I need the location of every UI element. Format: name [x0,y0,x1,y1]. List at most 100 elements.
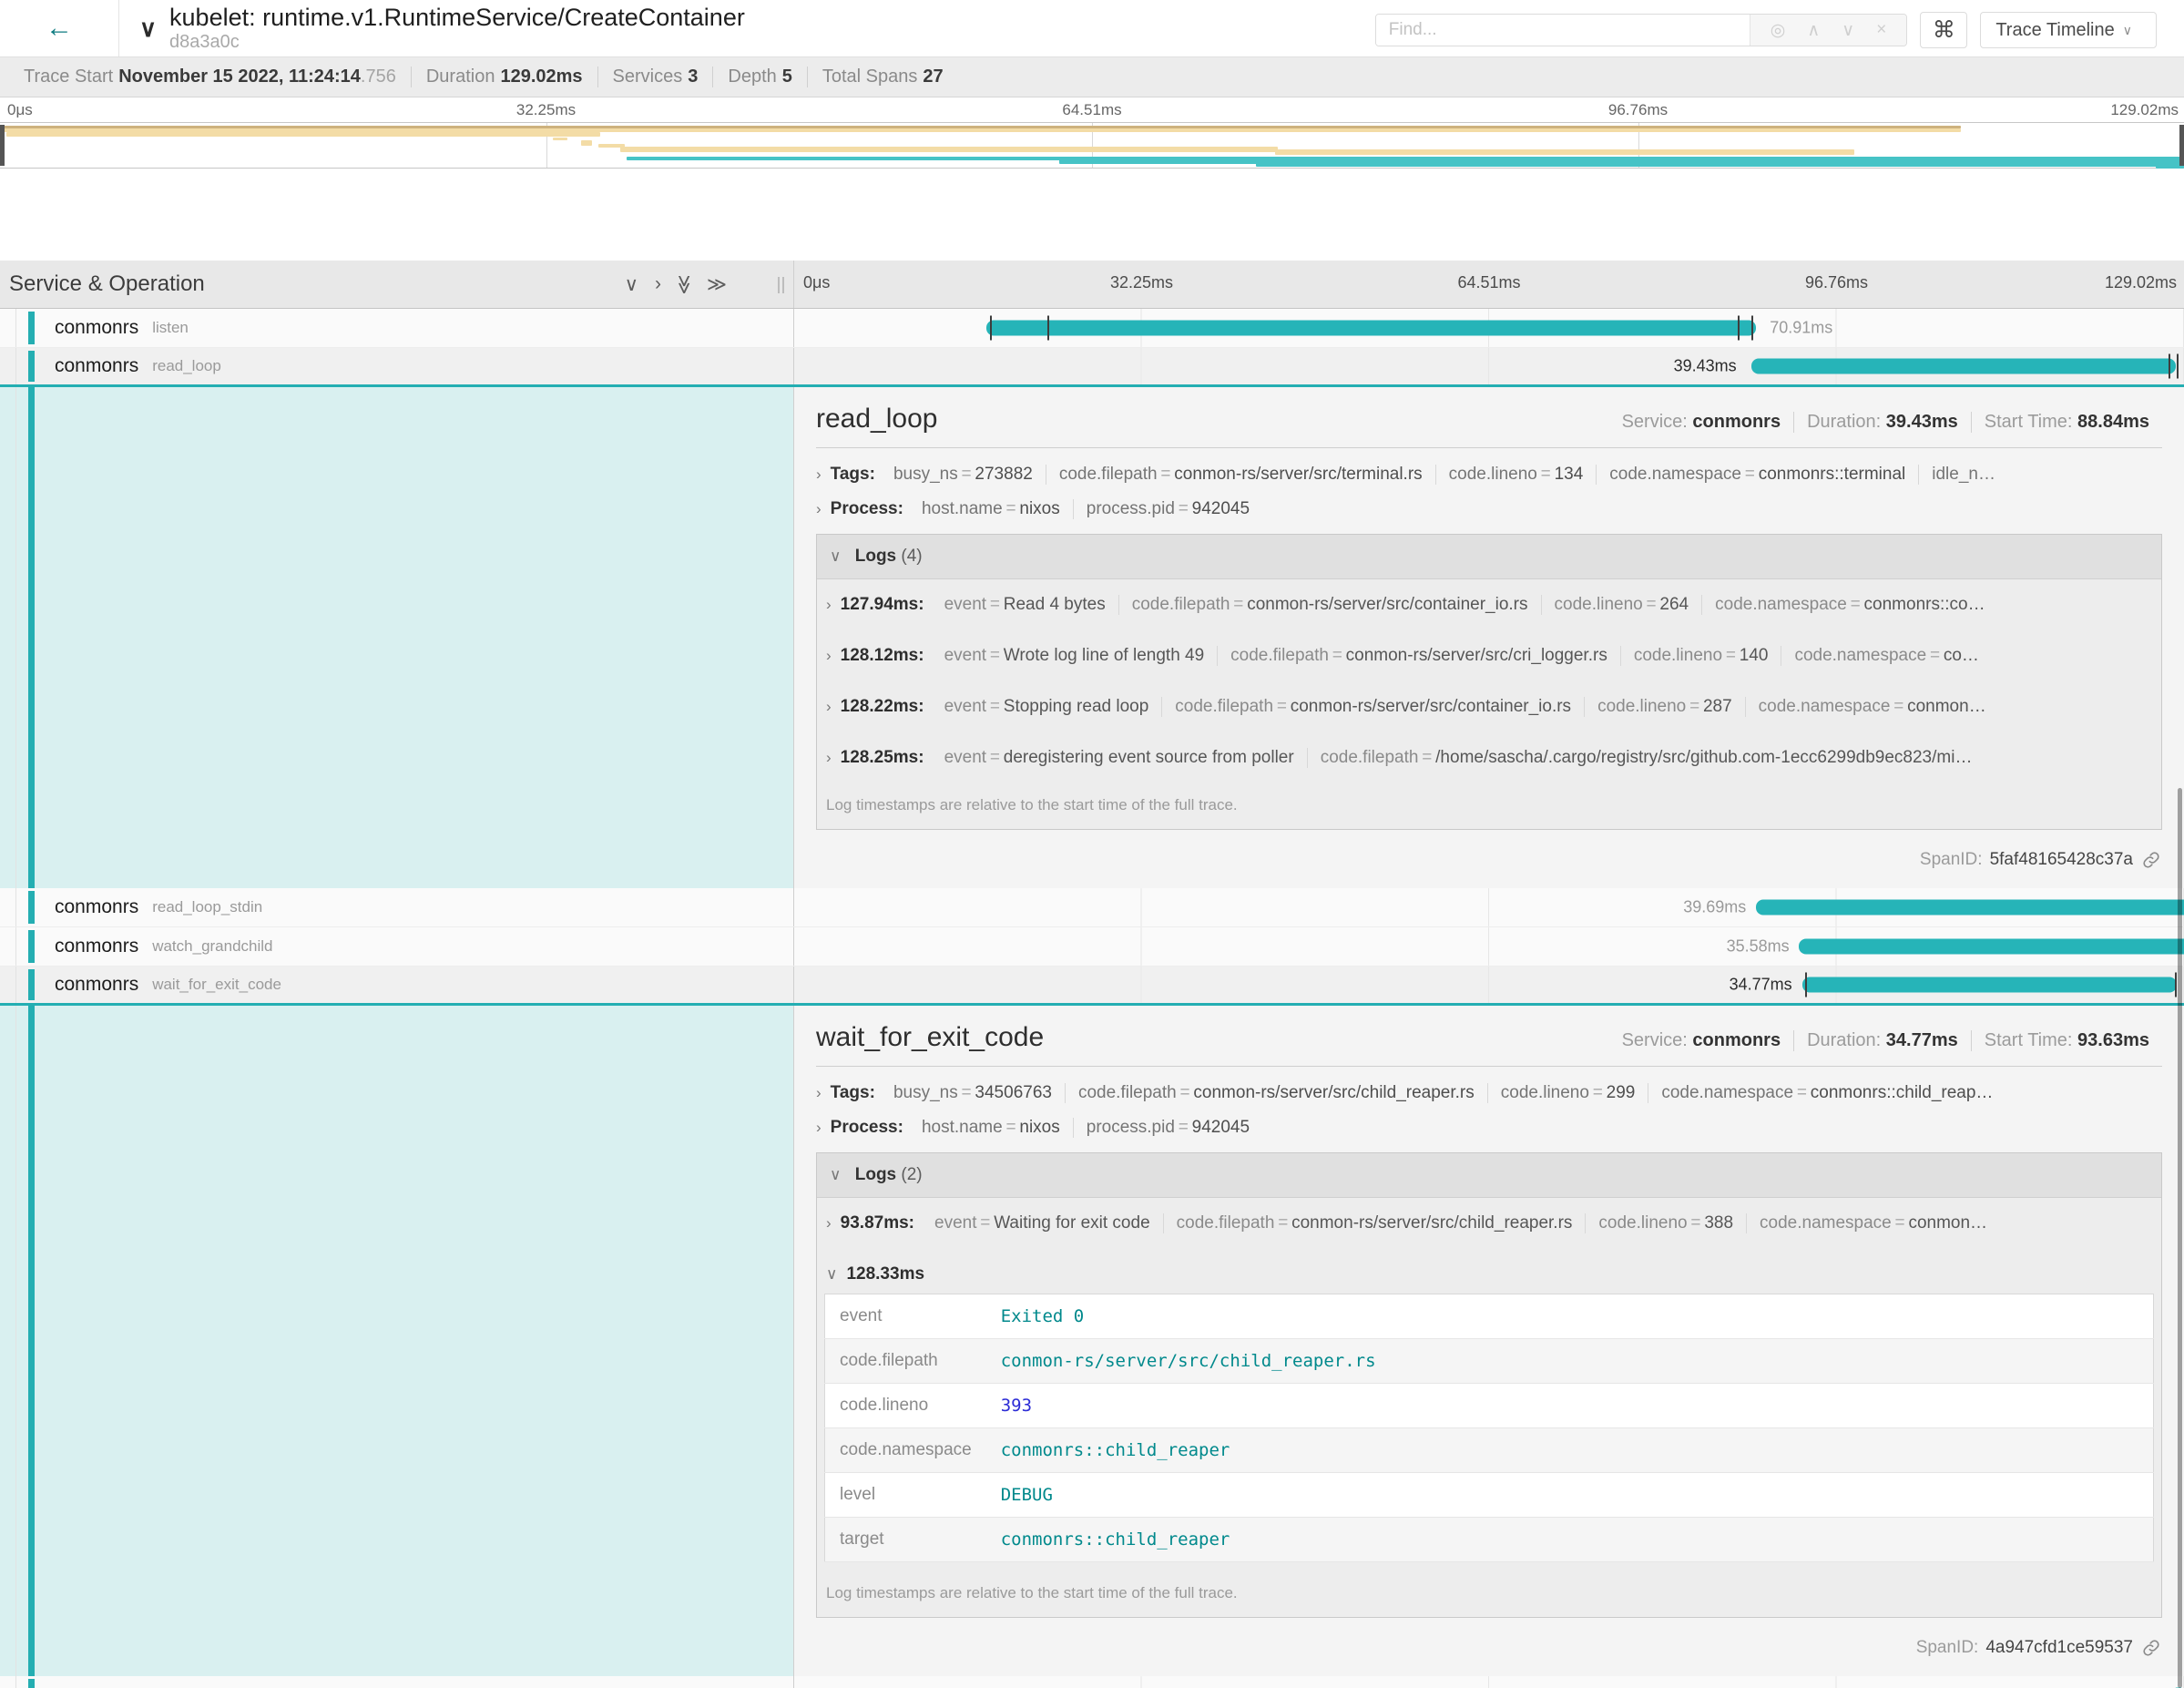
span-row-read-loop[interactable]: conmonrs read_loop 39.43ms [0,348,2184,387]
logs-footnote: Log timestamps are relative to the start… [817,1571,2161,1617]
process-label: Process: [831,499,903,519]
log-timestamp: 128.22ms: [841,697,924,717]
log-pair: code.filepathconmon-rs/server/src/child_… [1163,1213,1586,1233]
span-bar[interactable] [986,321,1756,336]
process-accordion[interactable]: › Process: host.namenixos process.pid942… [816,1118,2162,1138]
trace-services: Services3 [597,66,713,87]
span-operation: write_exit_path [152,1686,256,1688]
log-pair: code.namespaceco… [1781,646,1992,666]
log-timestamp: 93.87ms: [841,1213,914,1233]
table-row: eventExited 0 [825,1294,2154,1339]
span-duration: 70.91ms [1770,319,1832,338]
collapse-one-icon[interactable]: ∨ [617,273,647,296]
minimap-spacer [0,169,2184,261]
logs-section: ∨ Logs (2) › 93.87ms: eventWaiting for e… [816,1152,2162,1618]
trace-total-spans: Total Spans27 [807,66,958,87]
timeline-minimap[interactable] [0,122,2184,169]
log-timestamp: 127.94ms: [841,595,924,615]
span-service: conmonrs [55,936,138,957]
back-button[interactable]: ← [0,0,119,56]
span-row-write-exit-path[interactable]: conmonrs write_exit_path 303μs [0,1676,2184,1688]
prev-result-icon[interactable]: ∧ [1796,20,1831,41]
span-id-label: SpanID: [1916,1638,1979,1658]
process-pair: host.namenixos [909,499,1073,519]
process-accordion[interactable]: › Process: host.namenixos process.pid942… [816,499,2162,519]
log-pair: eventRead 4 bytes [932,595,1118,615]
span-bar[interactable] [1802,977,2177,993]
detail-title: read_loop [816,404,937,435]
tag-pair: code.filepathconmon-rs/server/src/termin… [1046,465,1435,485]
copy-link-icon[interactable] [2142,1639,2160,1657]
span-bar[interactable] [1751,359,2176,374]
logs-count: (4) [901,547,922,566]
tags-label: Tags: [831,465,875,485]
column-resize-handle[interactable] [778,277,784,293]
table-row: code.namespaceconmonrs::child_reaper [825,1428,2154,1473]
log-timestamp: 128.12ms: [841,646,924,666]
timeline-tick: 64.51ms [1457,273,1520,292]
detail-title: wait_for_exit_code [816,1022,1044,1053]
collapse-all-icon[interactable]: ≫ [673,270,696,299]
find-input[interactable] [1376,15,1750,46]
timeline-tick: 0μs [803,273,830,292]
table-row: code.lineno393 [825,1384,2154,1428]
log-entry[interactable]: › 128.12ms: eventWrote log line of lengt… [817,630,2161,681]
expand-one-icon[interactable]: › [647,273,669,295]
logs-accordion-header[interactable]: ∨ Logs (4) [817,535,2161,579]
minimap-left-scrubber[interactable] [0,125,5,166]
span-row-listen[interactable]: conmonrs listen 70.91ms [0,309,2184,348]
log-entry[interactable]: › 128.25ms: eventderegistering event sou… [817,732,2161,783]
tag-pair: code.lineno299 [1487,1083,1648,1103]
chevron-right-icon: › [826,1214,832,1233]
span-bar[interactable] [1799,939,2184,955]
keyboard-shortcuts-button[interactable]: ⌘ [1920,12,1967,48]
vertical-scrollbar[interactable] [2178,788,2182,1688]
tags-accordion[interactable]: › Tags: busy_ns273882 code.filepathconmo… [816,465,2162,485]
scope-match-icon[interactable]: ◎ [1760,20,1797,41]
log-pair: eventderegistering event source from pol… [932,748,1307,768]
trace-view-select[interactable]: Trace Timeline ∨ [1980,12,2157,48]
logs-accordion-header[interactable]: ∨ Logs (2) [817,1153,2161,1198]
log-entry-expanded[interactable]: ∨ 128.33ms [817,1249,2161,1290]
trace-header-collapse-icon[interactable]: ∨ [139,15,157,43]
minimap-right-scrubber[interactable] [2179,125,2184,166]
span-row-read-loop-stdin[interactable]: conmonrs read_loop_stdin 39.69ms [0,888,2184,927]
ruler-tick: 0μs [7,101,33,119]
span-row-watch-grandchild[interactable]: conmonrs watch_grandchild 35.58ms [0,927,2184,967]
tag-pair: code.namespaceconmonrs::terminal [1596,465,1918,485]
next-result-icon[interactable]: ∨ [1831,20,1865,41]
span-row-wait-for-exit-code[interactable]: conmonrs wait_for_exit_code 34.77ms [0,967,2184,1006]
span-duration: 39.43ms [1674,357,1737,376]
tags-accordion[interactable]: › Tags: busy_ns34506763 code.filepathcon… [816,1083,2162,1103]
logs-count: (2) [901,1165,922,1184]
logs-section: ∨ Logs (4) › 127.94ms: eventRead 4 bytes… [816,534,2162,830]
detail-service: Service: conmonrs [1609,412,1794,433]
timeline-tick: 129.02ms [2105,273,2177,292]
log-entry[interactable]: › 128.22ms: eventStopping read loop code… [817,681,2161,732]
log-entry[interactable]: › 127.94ms: eventRead 4 bytes code.filep… [817,579,2161,630]
ruler-tick: 129.02ms [2110,101,2179,119]
logs-footnote: Log timestamps are relative to the start… [817,783,2161,829]
span-color-accent [28,351,35,382]
tag-pair: busy_ns273882 [881,465,1046,485]
span-operation: listen [152,319,189,337]
log-pair: code.lineno264 [1541,595,1702,615]
log-entry[interactable]: › 93.87ms: eventWaiting for exit code co… [817,1198,2161,1249]
find-group: ◎ ∧ ∨ × [1375,14,1908,46]
log-pair: code.namespaceconmon… [1745,697,1999,717]
expand-all-icon[interactable]: ≫ [699,273,735,296]
copy-link-icon[interactable] [2142,851,2160,869]
trace-depth: Depth5 [712,66,807,87]
span-id-row: SpanID: 4a947cfd1ce59537 [816,1627,2162,1663]
ruler-tick: 96.76ms [1608,101,1668,119]
span-color-accent [28,891,35,924]
log-pair: code.filepathconmon-rs/server/src/contai… [1118,595,1541,615]
process-pair: host.namenixos [909,1118,1073,1138]
process-pair: process.pid942045 [1073,499,1262,519]
process-label: Process: [831,1118,903,1138]
clear-search-icon[interactable]: × [1865,20,1897,40]
trace-start: Trace StartNovember 15 2022, 11:24:14.75… [9,66,411,87]
span-bar[interactable] [1756,900,2184,916]
ruler-tick: 64.51ms [1062,101,1121,119]
chevron-right-icon: › [816,1084,822,1102]
